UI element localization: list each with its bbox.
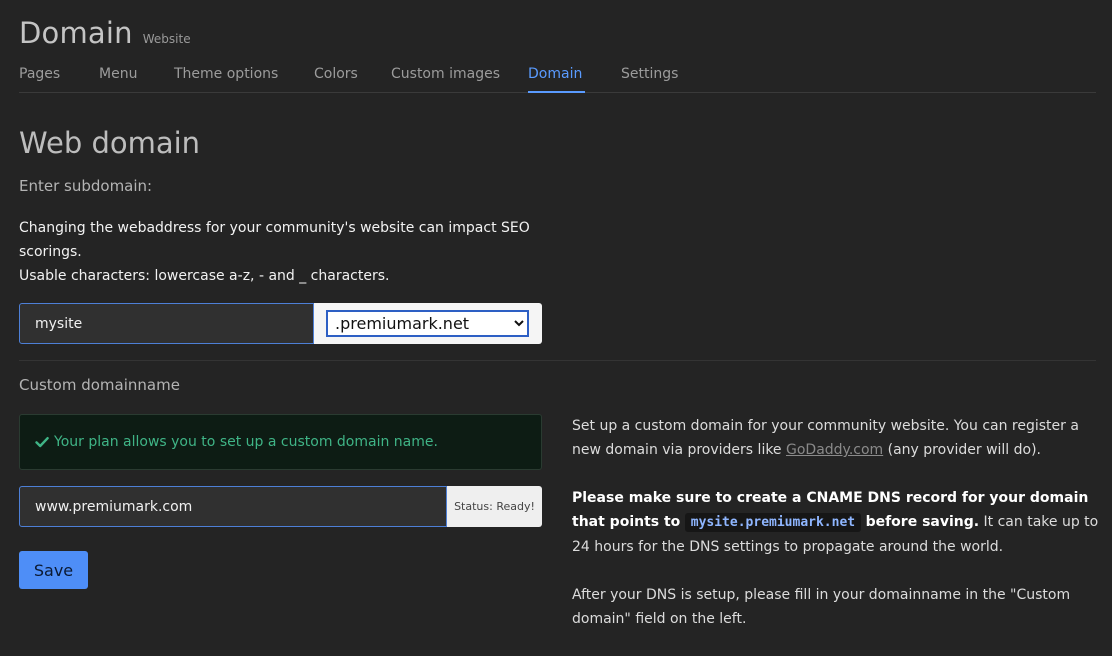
check-icon: [35, 435, 49, 449]
page-title: Domain: [19, 16, 133, 50]
help-paragraph-1: Set up a custom domain for your communit…: [572, 414, 1102, 462]
help-paragraph-3: After your DNS is setup, please fill in …: [572, 587, 1071, 627]
help-p1-after: (any provider will do).: [883, 442, 1042, 458]
domain-select-wrapper: .premiumark.net: [314, 303, 542, 344]
cname-target: mysite.premiumark.net: [684, 513, 862, 532]
description-line-1: Changing the webaddress for your communi…: [19, 220, 530, 260]
tab-colors[interactable]: Colors: [314, 66, 391, 93]
tab-menu[interactable]: Menu: [99, 66, 174, 93]
tab-settings[interactable]: Settings: [621, 66, 691, 93]
custom-domain-row: Status: Ready!: [19, 486, 542, 527]
section-title-web-domain: Web domain: [19, 126, 201, 160]
page: Domain Website Pages Menu Theme options …: [0, 0, 1112, 656]
save-button[interactable]: Save: [19, 551, 88, 589]
section-divider: [19, 360, 1096, 361]
custom-domain-label: Custom domainname: [19, 376, 180, 394]
tab-theme-options[interactable]: Theme options: [174, 66, 314, 93]
tab-pages[interactable]: Pages: [19, 66, 99, 93]
description-line-2: Usable characters: lowercase a-z, - and …: [19, 268, 390, 284]
tab-custom-images[interactable]: Custom images: [391, 66, 528, 93]
page-subtitle: Website: [142, 32, 191, 46]
help-paragraph-2: Please make sure to create a CNAME DNS r…: [572, 486, 1102, 559]
godaddy-link[interactable]: GoDaddy.com: [786, 442, 883, 458]
domain-select[interactable]: .premiumark.net: [326, 310, 529, 337]
plan-alert: Your plan allows you to set up a custom …: [19, 414, 542, 470]
subdomain-input[interactable]: [19, 303, 314, 344]
help-p2-bold-after: before saving.: [865, 514, 980, 530]
subdomain-row: .premiumark.net: [19, 303, 542, 344]
help-text: Set up a custom domain for your communit…: [572, 414, 1102, 655]
status-badge: Status: Ready!: [447, 486, 542, 527]
tab-bar: Pages Menu Theme options Colors Custom i…: [19, 66, 1096, 93]
custom-domain-input[interactable]: [19, 486, 447, 527]
tab-domain[interactable]: Domain: [528, 66, 585, 93]
subdomain-description: Changing the webaddress for your communi…: [19, 216, 549, 288]
page-header: Domain Website: [19, 16, 191, 50]
subdomain-label: Enter subdomain:: [19, 177, 153, 195]
plan-alert-text: Your plan allows you to set up a custom …: [54, 434, 438, 450]
